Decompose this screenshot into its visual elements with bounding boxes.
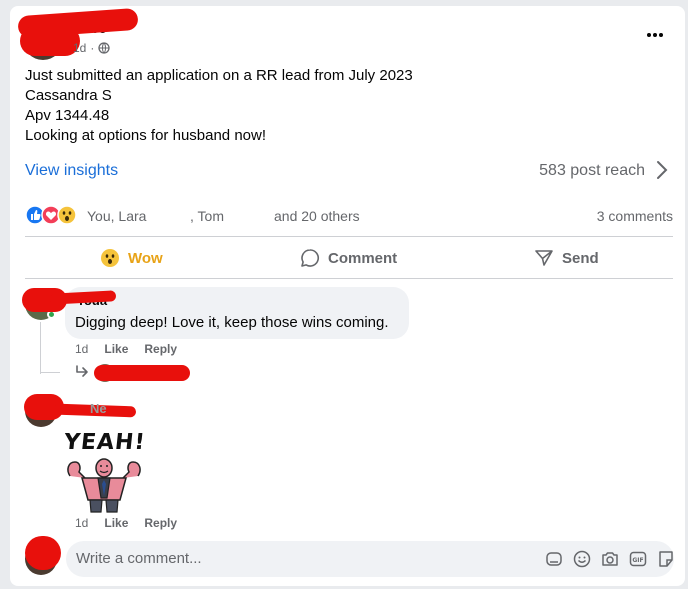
comment-time[interactable]: 1d [75,342,88,356]
reaction-names-2[interactable]: , Tom [190,208,224,224]
comment-meta: 1d Like Reply [75,516,177,530]
post-line: Apv 1344.48 [25,107,110,124]
post-body: Just submitted an application on a RR le… [25,66,413,146]
sticker-text: YEAH! [62,430,147,455]
redaction-mark [25,536,61,570]
thread-line [40,372,60,373]
redaction-mark [94,365,190,381]
reaction-icons[interactable] [25,205,85,225]
send-icon [535,250,553,266]
comment-input[interactable] [76,550,516,567]
wow-button[interactable]: Wow [100,246,163,270]
comment-label: Comment [328,249,398,267]
comment-reply-button[interactable]: Reply [144,342,177,356]
sticker-icon[interactable] [656,549,676,569]
wow-label: Wow [128,249,163,267]
post-card: Kebe 1d · Just submitted an application … [10,6,685,586]
chevron-right-icon[interactable] [656,160,668,180]
comment-bubble [65,287,409,339]
camera-icon[interactable] [600,549,620,569]
globe-icon[interactable] [98,42,111,54]
divider [25,278,673,279]
comments-count[interactable]: 3 comments [597,208,673,224]
post-line: Cassandra S [25,87,112,104]
post-line: Looking at options for husband now! [25,127,267,144]
reaction-names-3[interactable]: and 20 others [274,208,360,224]
svg-text:GIF: GIF [632,557,643,564]
comment-like-button[interactable]: Like [104,516,128,530]
emoji-icon[interactable] [572,549,592,569]
comment-meta: 1d Like Reply [75,342,177,356]
divider [25,236,673,237]
comment-button[interactable]: Comment [300,246,397,270]
separator-dot: · [90,41,95,55]
comment-like-button[interactable]: Like [104,342,128,356]
more-options-icon[interactable] [646,32,664,38]
send-label: Send [562,249,599,267]
wow-reaction-icon [101,249,119,267]
redaction-mark [20,26,80,56]
post-reach[interactable]: 583 post reach [539,162,645,180]
yeah-sticker: YEAH! [62,430,147,514]
view-insights-link[interactable]: View insights [25,162,118,180]
post-line: Just submitted an application on a RR le… [25,67,413,84]
gif-icon[interactable]: GIF [628,549,648,569]
comment-time[interactable]: 1d [75,516,88,530]
send-button[interactable]: Send [534,246,599,270]
comment-composer: GIF [66,541,674,577]
avatar-sticker-icon[interactable] [544,549,564,569]
comment-reply-button[interactable]: Reply [144,516,177,530]
reply-arrow-icon[interactable] [74,365,90,379]
wow-reaction-icon [57,205,77,225]
post-timestamp[interactable]: 1d [73,41,86,55]
comment-author[interactable]: Ne [90,401,107,416]
comment-icon [301,249,319,267]
thread-line [40,322,41,374]
comment-text: Digging deep! Love it, keep those wins c… [75,314,389,331]
reaction-names-1[interactable]: You, Lara [87,208,146,224]
strongman-sticker-image [67,458,141,513]
post-meta: 1d · [73,41,111,55]
